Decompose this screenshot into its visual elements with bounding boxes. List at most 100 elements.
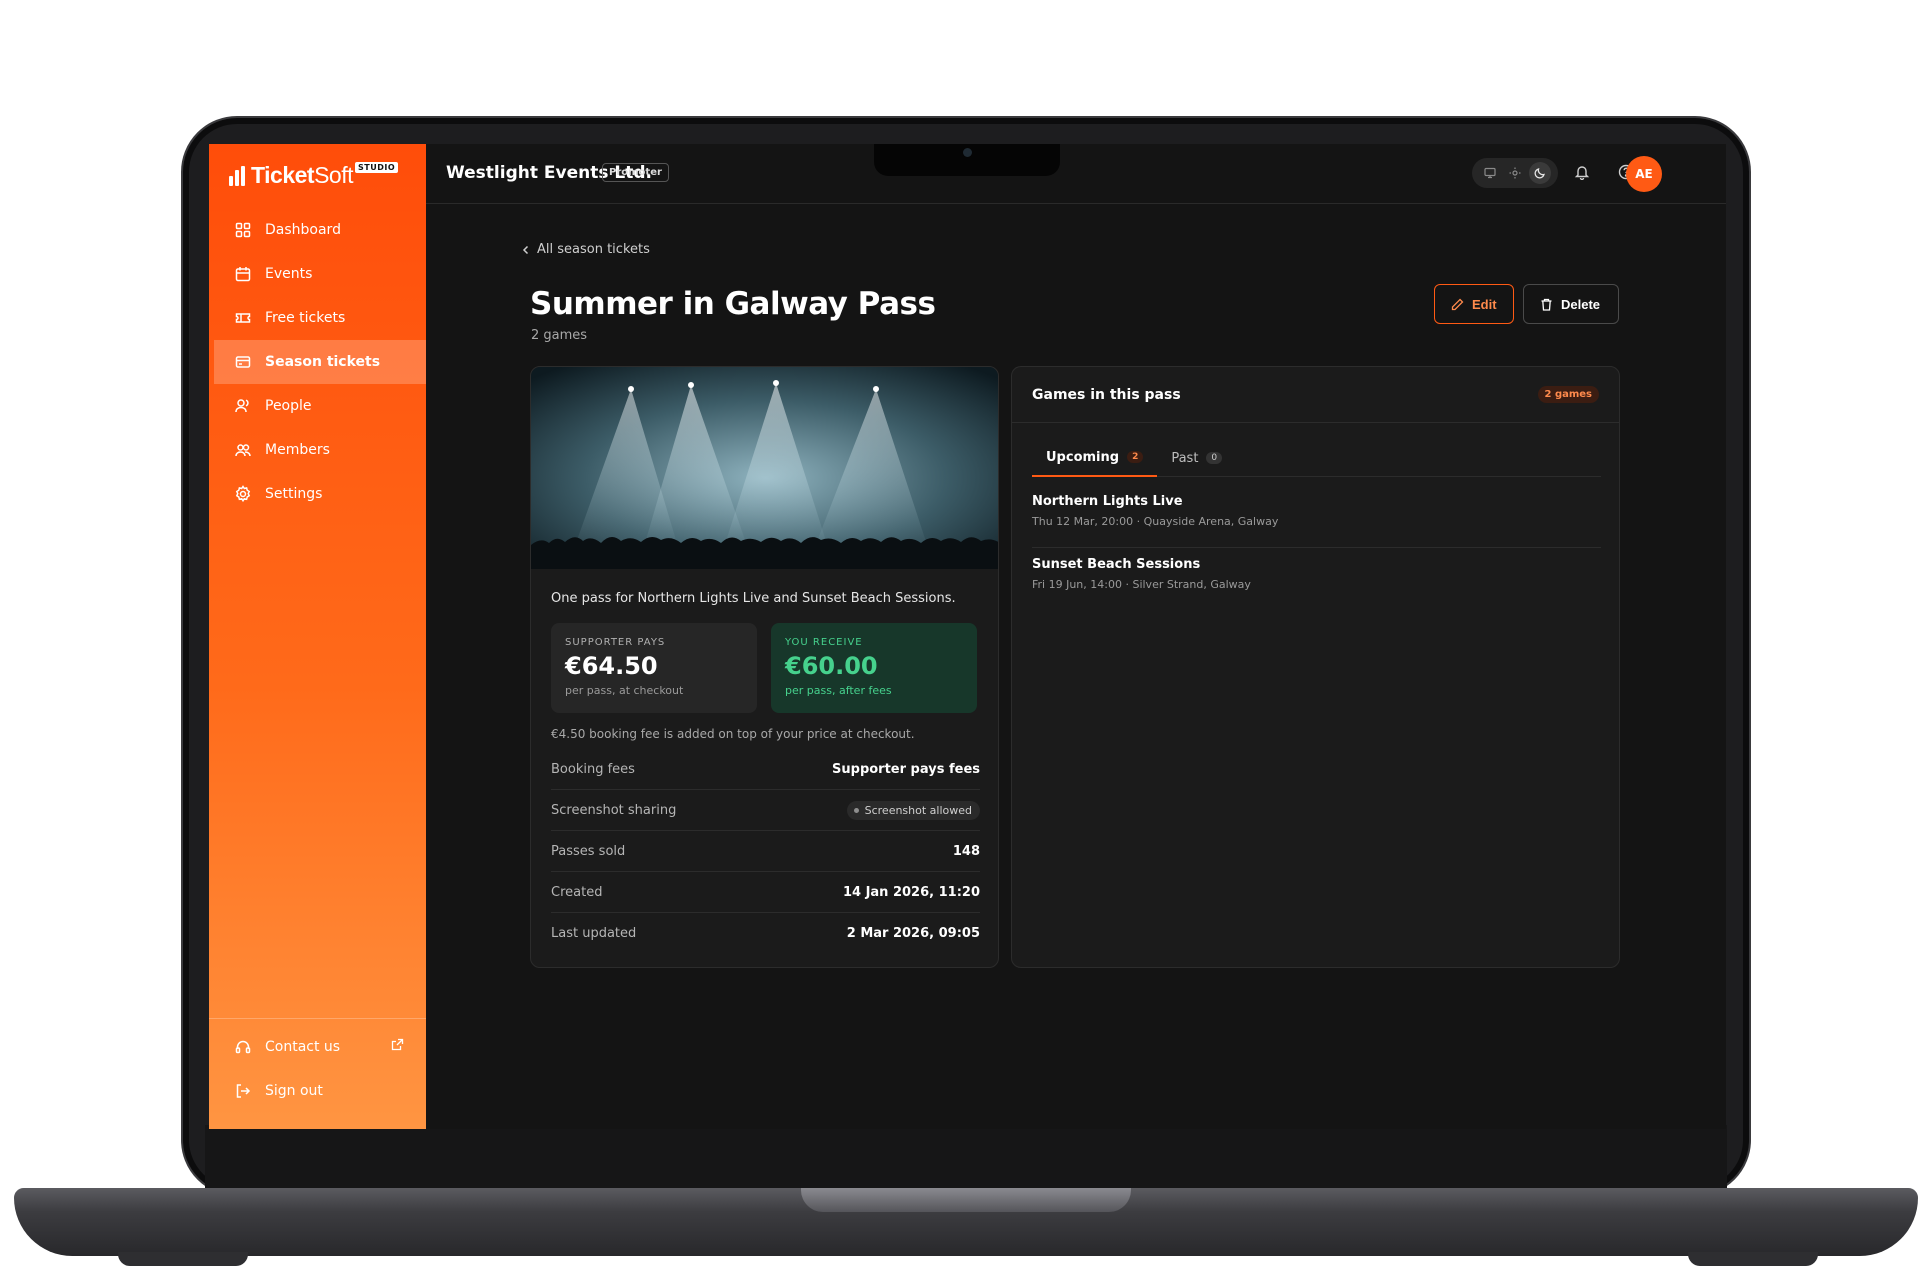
sidebar-nav: Dashboard Events Free tickets Season tic… [209, 208, 426, 516]
sidebar-item-label: Free tickets [265, 310, 346, 326]
monitor-icon[interactable] [1479, 162, 1501, 184]
laptop-hinge-notch [801, 1188, 1131, 1212]
gear-icon [234, 485, 252, 503]
sidebar-item-members[interactable]: Members [209, 428, 426, 472]
grid-icon [234, 221, 252, 239]
detail-row-created: Created 14 Jan 2026, 11:20 [551, 872, 980, 913]
sidebar-item-season-tickets[interactable]: Season tickets [214, 340, 426, 384]
detail-row-passes-sold: Passes sold 148 [551, 831, 980, 872]
moon-icon[interactable] [1528, 162, 1551, 184]
contact-us-link[interactable]: Contact us [209, 1025, 426, 1069]
camera-icon [963, 148, 972, 157]
you-receive-label: YOU RECEIVE [785, 637, 863, 648]
laptop-bezel [205, 1125, 1727, 1189]
back-link-label: All season tickets [537, 242, 650, 257]
sign-out-label: Sign out [265, 1083, 323, 1099]
games-list: Northern Lights Live Thu 12 Mar, 20:00 ·… [1032, 485, 1601, 611]
you-receive-amount: €60.00 [785, 652, 878, 680]
tab-upcoming[interactable]: Upcoming 2 [1032, 439, 1158, 477]
users-icon [234, 441, 252, 459]
edit-button-label: Edit [1472, 296, 1497, 312]
games-card-title: Games in this pass [1032, 386, 1181, 403]
supporter-pays-sub: per pass, at checkout [565, 684, 684, 697]
bell-icon[interactable] [1574, 164, 1590, 184]
sidebar-item-label: Dashboard [265, 222, 341, 238]
you-receive-sub: per pass, after fees [785, 684, 892, 697]
tab-label: Past [1171, 450, 1199, 466]
laptop-foot-right [1688, 1252, 1818, 1266]
games-card-header: Games in this pass 2 games [1012, 367, 1619, 423]
topbar: Westlight Events Ltd. Promoter AE [426, 144, 1726, 204]
detail-row-booking-fees: Booking fees Supporter pays fees [551, 749, 980, 790]
concert-image [531, 367, 998, 569]
games-tabs: Upcoming 2 Past 0 [1032, 439, 1601, 477]
ticket-icon [234, 309, 252, 327]
headset-icon [234, 1038, 252, 1056]
pass-detail-rows: Booking fees Supporter pays fees Screens… [551, 749, 980, 954]
sidebar-item-events[interactable]: Events [209, 252, 426, 296]
card-icon [234, 353, 252, 371]
you-receive-box: YOU RECEIVE €60.00 per pass, after fees [771, 623, 977, 713]
pass-details-card: One pass for Northern Lights Live and Su… [530, 366, 999, 968]
external-link-icon [391, 1038, 404, 1055]
screenshot-status-badge: Screenshot allowed [846, 800, 980, 820]
sign-out-link[interactable]: Sign out [209, 1069, 426, 1113]
sidebar-item-free-tickets[interactable]: Free tickets [209, 296, 426, 340]
calendar-icon [234, 265, 252, 283]
sidebar-item-dashboard[interactable]: Dashboard [209, 208, 426, 252]
detail-label: Booking fees [551, 761, 635, 777]
sun-icon[interactable] [1504, 162, 1526, 184]
sidebar-item-settings[interactable]: Settings [209, 472, 426, 516]
tab-past[interactable]: Past 0 [1157, 439, 1236, 477]
logout-icon [234, 1082, 252, 1100]
delete-button-label: Delete [1561, 296, 1601, 312]
game-title: Northern Lights Live [1032, 494, 1183, 509]
user-icon [234, 397, 252, 415]
list-item[interactable]: Northern Lights Live Thu 12 Mar, 20:00 ·… [1032, 485, 1601, 548]
supporter-pays-amount: €64.50 [565, 652, 658, 680]
sidebar: TicketSoft STUDIO Dashboard Events Free [209, 144, 426, 1129]
logo-text: TicketSoft [251, 162, 353, 188]
detail-label: Screenshot sharing [551, 802, 677, 818]
games-count-badge: 2 games [1537, 386, 1599, 403]
page-subtitle: 2 games [531, 328, 588, 343]
pencil-icon [1451, 298, 1464, 310]
page-title: Summer in Galway Pass [530, 286, 936, 322]
theme-switcher [1472, 158, 1558, 188]
sidebar-item-label: Members [265, 442, 330, 458]
tab-count-badge: 2 [1127, 451, 1144, 463]
pass-description: One pass for Northern Lights Live and Su… [551, 591, 956, 606]
logo-icon [229, 165, 245, 186]
games-card: Games in this pass 2 games Upcoming 2 Pa… [1011, 366, 1620, 968]
detail-row-last-updated: Last updated 2 Mar 2026, 09:05 [551, 913, 980, 954]
back-link[interactable]: All season tickets [521, 242, 650, 257]
detail-value: 2 Mar 2026, 09:05 [846, 926, 980, 941]
laptop-foot-left [118, 1252, 248, 1266]
fee-note: €4.50 booking fee is added on top of you… [551, 727, 915, 741]
trash-icon [1541, 298, 1552, 311]
avatar[interactable]: AE [1626, 156, 1662, 192]
game-meta: Fri 19 Jun, 14:00 · Silver Strand, Galwa… [1032, 578, 1251, 591]
delete-button[interactable]: Delete [1523, 284, 1619, 324]
edit-button[interactable]: Edit [1434, 284, 1514, 324]
tab-count-badge: 0 [1206, 452, 1223, 464]
contact-us-label: Contact us [265, 1039, 341, 1055]
sidebar-item-label: Events [265, 266, 313, 282]
chevron-left-icon [522, 245, 529, 254]
sidebar-item-label: Settings [265, 486, 323, 502]
studio-badge: STUDIO [355, 162, 399, 173]
tab-label: Upcoming [1046, 449, 1120, 465]
list-item[interactable]: Sunset Beach Sessions Fri 19 Jun, 14:00 … [1032, 548, 1601, 611]
detail-label: Last updated [551, 926, 637, 941]
logo[interactable]: TicketSoft [229, 162, 353, 189]
sidebar-item-people[interactable]: People [209, 384, 426, 428]
detail-label: Created [551, 884, 603, 900]
screen: TicketSoft STUDIO Dashboard Events Free [209, 144, 1726, 1129]
detail-value: 148 [952, 843, 980, 859]
supporter-pays-label: SUPPORTER PAYS [565, 637, 666, 648]
sidebar-footer: Contact us Sign out [209, 1018, 426, 1113]
role-badge: Promoter [602, 163, 669, 182]
detail-value: Supporter pays fees [832, 761, 980, 777]
supporter-pays-box: SUPPORTER PAYS €64.50 per pass, at check… [551, 623, 757, 713]
detail-value: 14 Jan 2026, 11:20 [842, 884, 980, 900]
